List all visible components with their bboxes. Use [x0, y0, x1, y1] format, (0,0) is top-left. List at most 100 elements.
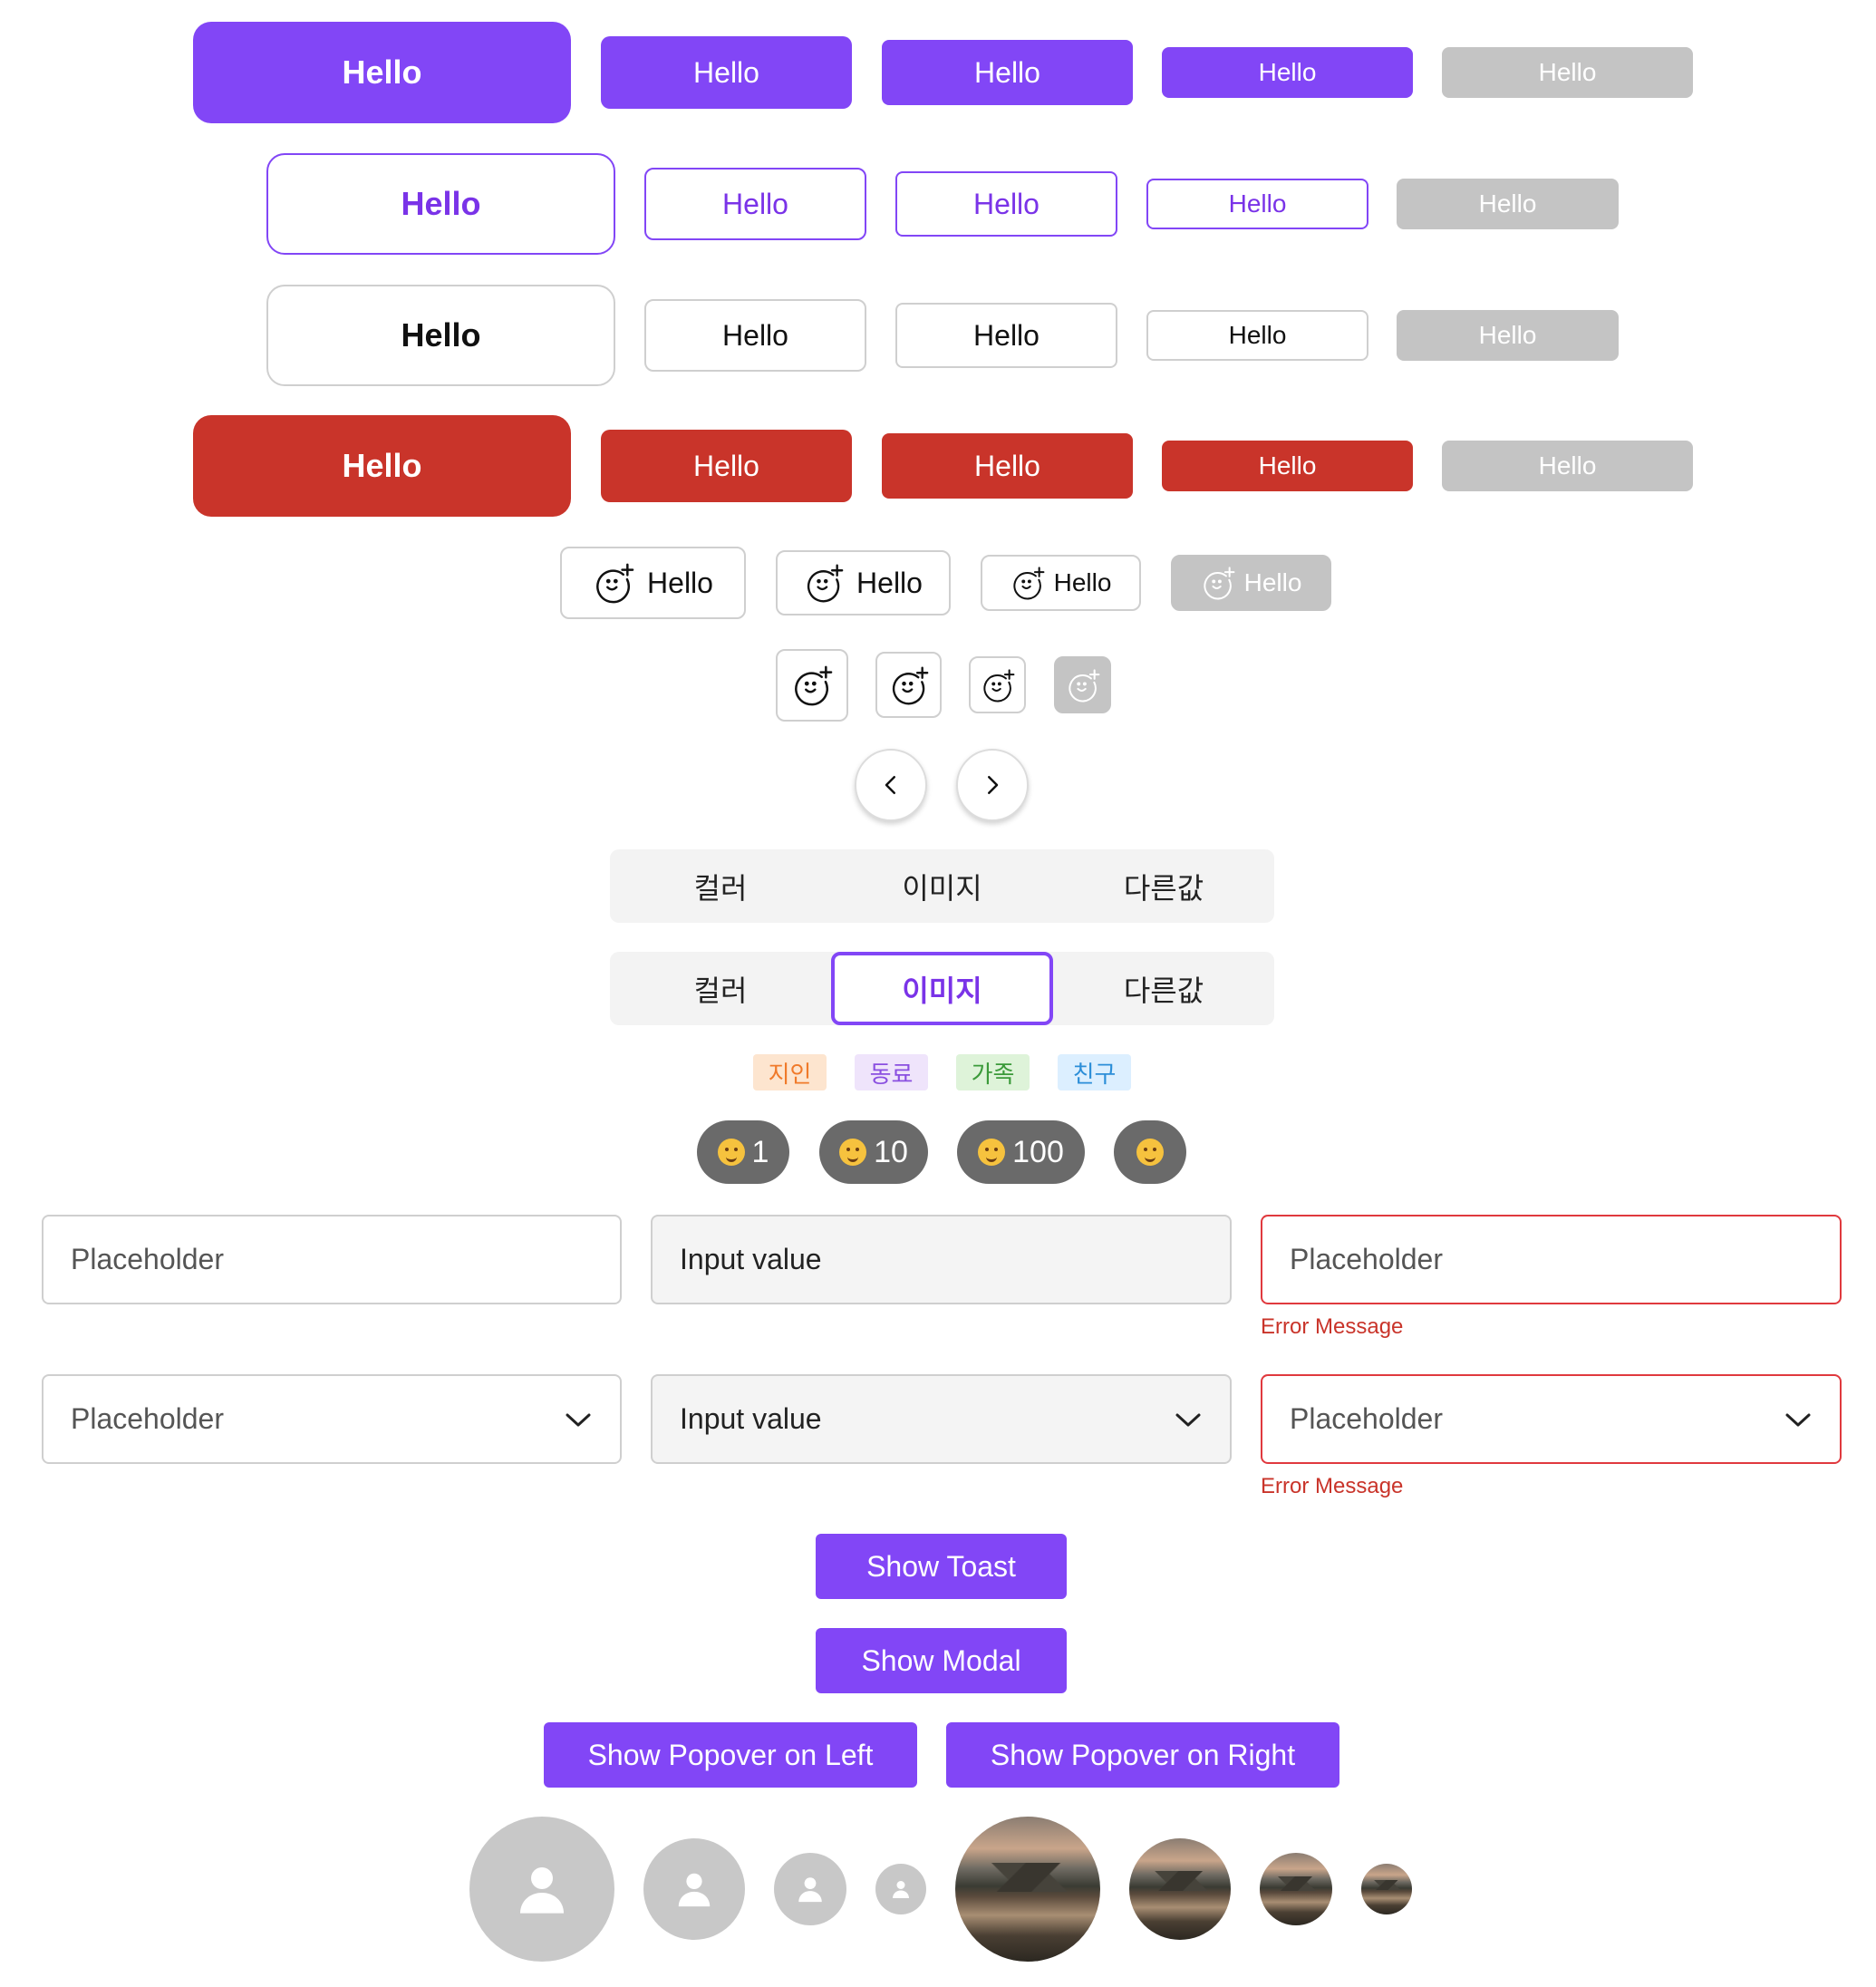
- smiley-plus-icon: [791, 664, 833, 706]
- button-label: Hello: [1258, 58, 1317, 86]
- prev-button[interactable]: [855, 749, 927, 821]
- primary-button-sm[interactable]: Hello: [1162, 47, 1413, 98]
- button-label: Hello: [973, 318, 1040, 352]
- chevron-right-icon: [979, 771, 1006, 799]
- segment-image-active[interactable]: 이미지: [831, 952, 1053, 1025]
- smiley-plus-icon: [804, 563, 844, 603]
- outline-primary-button-xl[interactable]: Hello: [266, 153, 615, 255]
- reaction-count: 1: [751, 1134, 769, 1169]
- tag-label: 가족: [971, 1060, 1015, 1088]
- segment-label: 컬러: [693, 974, 748, 1007]
- primary-button-lg[interactable]: Hello: [601, 36, 852, 109]
- button-label: Hello: [1243, 568, 1302, 596]
- avatar-photo-sm: [1361, 1864, 1412, 1914]
- icon-button-md[interactable]: [875, 652, 942, 718]
- danger-button-xl[interactable]: Hello: [193, 415, 571, 517]
- button-label: Hello: [647, 566, 713, 599]
- next-button[interactable]: [956, 749, 1029, 821]
- button-label: Hello: [974, 55, 1040, 89]
- tag-family: 가족: [956, 1054, 1030, 1090]
- segment-other[interactable]: 다른값: [1053, 952, 1274, 1025]
- show-popover-right-button[interactable]: Show Popover on Right: [946, 1722, 1339, 1788]
- outline-gray-button-sm[interactable]: Hello: [1146, 310, 1368, 361]
- button-label: Hello: [722, 318, 788, 352]
- avatar-placeholder-sm: [875, 1864, 926, 1914]
- segment-label: 이미지: [902, 974, 982, 1007]
- reaction-chip[interactable]: 1: [697, 1120, 789, 1184]
- text-input[interactable]: Placeholder: [42, 1215, 622, 1304]
- select-input-filled[interactable]: Input value: [651, 1374, 1232, 1464]
- button-label: Hello: [856, 566, 923, 599]
- winking-face-icon: [978, 1139, 1006, 1166]
- smiley-plus-icon: [1011, 566, 1045, 600]
- segmented-control-selected: 컬러 이미지 다른값: [610, 952, 1274, 1025]
- tag-label: 동료: [869, 1060, 914, 1088]
- outline-primary-button-lg[interactable]: Hello: [644, 168, 866, 240]
- reaction-chip[interactable]: 100: [957, 1120, 1085, 1184]
- primary-button-xl[interactable]: Hello: [193, 22, 571, 123]
- segment-label: 이미지: [902, 871, 982, 905]
- button-label: Hello: [1228, 321, 1287, 349]
- outline-gray-button-lg[interactable]: Hello: [644, 299, 866, 372]
- text-input-filled[interactable]: Input value: [651, 1215, 1232, 1304]
- user-icon: [513, 1860, 571, 1918]
- smiley-plus-icon: [1201, 566, 1235, 600]
- icon-button-disabled: [1054, 656, 1111, 713]
- outline-primary-button-disabled: Hello: [1397, 179, 1619, 229]
- primary-button-md[interactable]: Hello: [882, 40, 1133, 105]
- icon-text-button-md[interactable]: Hello: [776, 550, 951, 615]
- smiley-plus-icon: [889, 665, 929, 705]
- chevron-down-icon: [1784, 1409, 1813, 1430]
- button-label: Hello: [973, 187, 1040, 220]
- outline-gray-button-md[interactable]: Hello: [895, 303, 1117, 368]
- icon-button-lg[interactable]: [776, 649, 848, 722]
- user-icon: [890, 1878, 912, 1900]
- primary-button-disabled: Hello: [1442, 47, 1693, 98]
- icon-text-button-lg[interactable]: Hello: [560, 547, 746, 619]
- button-label: Hello: [1538, 58, 1597, 86]
- button-label: Hello: [1478, 321, 1537, 349]
- smiley-plus-icon: [1066, 668, 1100, 703]
- danger-button-md[interactable]: Hello: [882, 433, 1133, 499]
- reaction-chip[interactable]: 10: [819, 1120, 928, 1184]
- icon-text-button-sm[interactable]: Hello: [981, 555, 1141, 611]
- outline-gray-button-xl[interactable]: Hello: [266, 285, 615, 386]
- segment-color[interactable]: 컬러: [610, 952, 831, 1025]
- text-input-error[interactable]: Placeholder: [1261, 1215, 1842, 1304]
- danger-button-sm[interactable]: Hello: [1162, 441, 1413, 491]
- button-label: Hello: [1478, 189, 1537, 218]
- avatar-photo-xl: [955, 1817, 1100, 1962]
- select-value: Input value: [680, 1402, 822, 1435]
- segment-other[interactable]: 다른값: [1053, 849, 1274, 923]
- button-label: Show Modal: [861, 1643, 1021, 1677]
- input-placeholder: Placeholder: [1290, 1243, 1443, 1275]
- show-modal-button[interactable]: Show Modal: [816, 1628, 1067, 1693]
- show-toast-button[interactable]: Show Toast: [816, 1534, 1067, 1599]
- select-input-error[interactable]: Placeholder: [1261, 1374, 1842, 1464]
- error-message: Error Message: [1261, 1474, 1404, 1498]
- smiley-plus-icon: [593, 562, 634, 604]
- reaction-chip[interactable]: [1114, 1120, 1186, 1184]
- icon-text-button-disabled: Hello: [1171, 555, 1331, 611]
- outline-primary-button-md[interactable]: Hello: [895, 171, 1117, 237]
- outline-primary-button-sm[interactable]: Hello: [1146, 179, 1368, 229]
- segment-image[interactable]: 이미지: [831, 849, 1053, 923]
- reaction-count: 10: [874, 1134, 908, 1169]
- danger-button-disabled: Hello: [1442, 441, 1693, 491]
- chevron-down-icon: [1174, 1409, 1203, 1430]
- tag-label: 친구: [1072, 1060, 1117, 1088]
- segment-color[interactable]: 컬러: [610, 849, 831, 923]
- button-label: Hello: [1053, 568, 1112, 596]
- smiley-plus-icon: [981, 668, 1015, 703]
- tag-label: 지인: [768, 1060, 812, 1088]
- avatar-placeholder-md: [774, 1853, 846, 1925]
- show-popover-left-button[interactable]: Show Popover on Left: [544, 1722, 917, 1788]
- input-value: Input value: [680, 1243, 822, 1275]
- user-icon: [673, 1868, 715, 1910]
- danger-button-lg[interactable]: Hello: [601, 430, 852, 502]
- button-label: Hello: [342, 53, 422, 91]
- icon-button-sm[interactable]: [969, 656, 1026, 713]
- select-input[interactable]: Placeholder: [42, 1374, 622, 1464]
- select-placeholder: Placeholder: [1290, 1402, 1443, 1435]
- tag-acquaintance: 지인: [753, 1054, 827, 1090]
